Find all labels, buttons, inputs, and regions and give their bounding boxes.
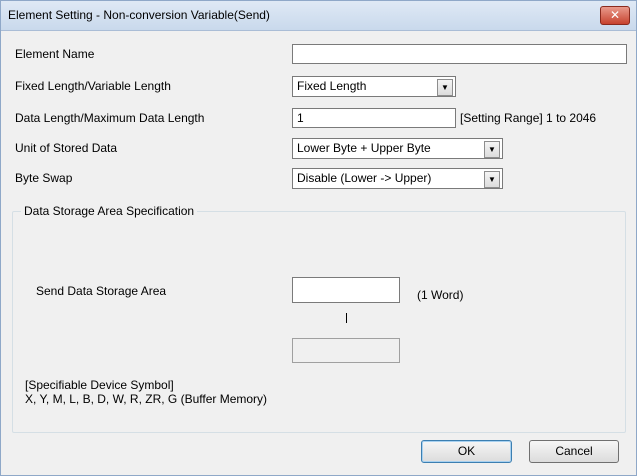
unit-value: Lower Byte + Upper Byte xyxy=(297,141,431,155)
title-bar[interactable]: Element Setting - Non-conversion Variabl… xyxy=(1,1,636,31)
unit-label: Unit of Stored Data xyxy=(15,141,118,155)
send-storage-label: Send Data Storage Area xyxy=(36,284,167,298)
chevron-down-icon[interactable]: ▼ xyxy=(484,141,500,158)
close-icon[interactable]: ✕ xyxy=(600,6,630,25)
data-length-label: Data Length/Maximum Data Length xyxy=(15,111,205,125)
word-count-note: (1 Word) xyxy=(417,288,464,302)
byte-swap-label: Byte Swap xyxy=(15,171,73,185)
dialog-window: Element Setting - Non-conversion Variabl… xyxy=(0,0,637,476)
cancel-button[interactable]: Cancel xyxy=(529,440,619,463)
storage-end-field xyxy=(292,338,400,363)
dialog-body: Element Name Fixed Length/Variable Lengt… xyxy=(9,31,628,466)
data-length-field[interactable]: 1 xyxy=(292,108,456,128)
send-storage-field[interactable] xyxy=(292,277,400,303)
length-mode-value: Fixed Length xyxy=(297,79,367,93)
element-name-label: Element Name xyxy=(15,47,95,61)
chevron-down-icon[interactable]: ▼ xyxy=(484,171,500,188)
storage-area-group-label: Data Storage Area Specification xyxy=(21,204,198,218)
device-symbol-title: [Specifiable Device Symbol] xyxy=(25,378,174,392)
length-mode-select[interactable]: Fixed Length ▼ xyxy=(292,76,456,97)
byte-swap-value: Disable (Lower -> Upper) xyxy=(297,171,432,185)
setting-range-hint: [Setting Range] 1 to 2046 xyxy=(460,111,597,125)
element-name-field[interactable] xyxy=(292,44,627,64)
storage-area-group: Data Storage Area Specification Send Dat… xyxy=(12,204,626,433)
byte-swap-select[interactable]: Disable (Lower -> Upper) ▼ xyxy=(292,168,503,189)
window-title: Element Setting - Non-conversion Variabl… xyxy=(8,8,270,22)
ok-button[interactable]: OK xyxy=(421,440,512,463)
chevron-down-icon[interactable]: ▼ xyxy=(437,79,453,96)
device-symbol-list: X, Y, M, L, B, D, W, R, ZR, G (Buffer Me… xyxy=(25,392,268,406)
length-mode-label: Fixed Length/Variable Length xyxy=(15,79,171,93)
range-connector xyxy=(346,313,347,323)
unit-select[interactable]: Lower Byte + Upper Byte ▼ xyxy=(292,138,503,159)
